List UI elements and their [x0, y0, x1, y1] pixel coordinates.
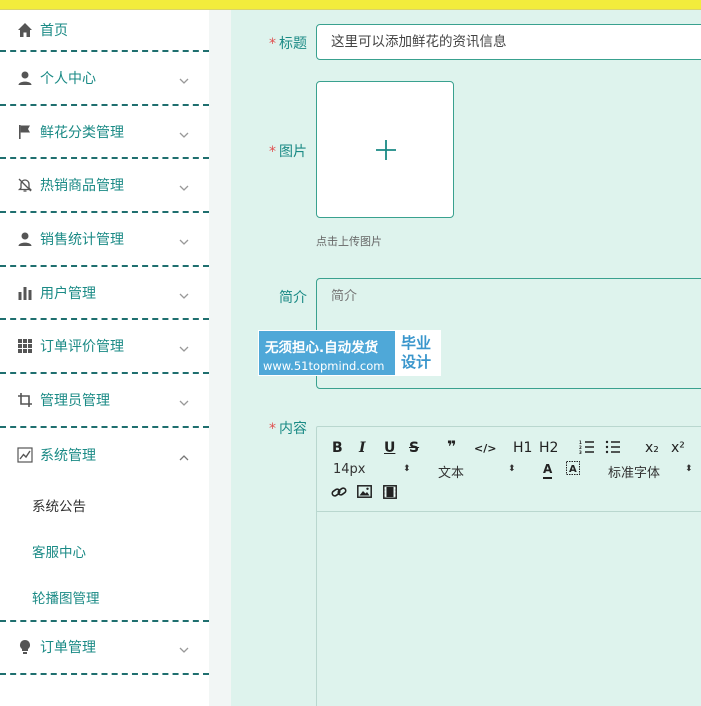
system-submenu: 系统公告 客服中心 轮播图管理 [0, 482, 209, 622]
sidebar-item-label: 管理员管理 [40, 392, 110, 409]
chevron-up-icon [178, 449, 190, 461]
chevron-down-icon [178, 72, 190, 84]
intro-label: 简介 [279, 290, 307, 306]
svg-text:A: A [569, 464, 577, 475]
flag-icon [17, 124, 33, 140]
plus-icon [376, 140, 396, 160]
bulb-icon [17, 639, 33, 655]
paragraph-select[interactable]: 文本 [438, 462, 464, 481]
sidebar-item-personal-center[interactable]: 个人中心 [0, 52, 209, 106]
underline-button[interactable]: U [384, 440, 395, 456]
header2-button[interactable]: H2 [539, 440, 558, 456]
submenu-item-customer-service[interactable]: 客服中心 [0, 528, 209, 574]
blockquote-button[interactable]: ❞ [447, 439, 456, 455]
content-label: * 内容 [269, 421, 307, 437]
line-chart-icon [17, 447, 33, 463]
watermark-badge: 无须担心.自动发货 www.51topmind.com 毕业 设计 [258, 330, 441, 376]
rich-text-editor: B I U S ❞ </> H1 H2 123 x₂ x² 14px ⬍ 文本 … [316, 426, 701, 706]
italic-button[interactable]: I [359, 440, 366, 456]
font-family-select[interactable]: 标准字体 [608, 462, 660, 481]
sidebar-item-label: 订单评价管理 [40, 339, 124, 356]
chevron-down-icon [178, 340, 190, 353]
strike-button[interactable]: S [409, 440, 419, 456]
sidebar-item-sales-stats[interactable]: 销售统计管理 [0, 213, 209, 267]
crop-icon [17, 392, 33, 408]
submenu-item-label: 系统公告 [32, 498, 86, 515]
user-icon [17, 231, 33, 247]
sidebar-item-hot-products[interactable]: 热销商品管理 [0, 159, 209, 214]
chevron-down-icon [178, 394, 190, 406]
sidebar-item-label: 个人中心 [40, 70, 96, 87]
submenu-item-announcements[interactable]: 系统公告 [0, 482, 209, 528]
code-button[interactable]: </> [474, 441, 496, 457]
bullet-list-icon[interactable] [605, 440, 621, 458]
image-label: * 图片 [269, 144, 307, 160]
title-input[interactable]: 这里可以添加鲜花的资讯信息 [316, 24, 701, 60]
font-size-caret-icon: ⬍ [403, 464, 411, 474]
bar-chart-icon [17, 285, 33, 301]
sidebar-menu: 首页 个人中心 鲜花分类管理 热销商品管理 销售统计管理 用户管理 订单评价管理… [0, 10, 209, 706]
sidebar-item-system[interactable]: 系统管理 [0, 428, 209, 482]
chevron-down-icon [178, 641, 190, 654]
sidebar-item-label: 首页 [40, 23, 68, 39]
top-header-bar [0, 0, 701, 10]
watermark-logo: 毕业 设计 [395, 331, 441, 375]
chevron-down-icon [178, 287, 190, 299]
editor-content-area[interactable] [317, 513, 701, 706]
sidebar-item-label: 系统管理 [40, 447, 96, 464]
editor-toolbar: B I U S ❞ </> H1 H2 123 x₂ x² 14px ⬍ 文本 … [317, 427, 701, 512]
sidebar-item-orders[interactable]: 订单管理 [0, 622, 209, 676]
ordered-list-icon[interactable]: 123 [579, 440, 595, 458]
upload-tip: 点击上传图片 [316, 235, 382, 248]
link-icon[interactable] [331, 485, 347, 503]
sidebar-item-label: 鲜花分类管理 [40, 124, 124, 141]
title-label: * 标题 [269, 36, 307, 52]
chevron-down-icon [178, 179, 190, 192]
bell-off-icon [17, 177, 33, 193]
chevron-down-icon [178, 233, 190, 245]
sidebar-item-label: 销售统计管理 [40, 231, 124, 248]
bold-button[interactable]: B [332, 440, 343, 456]
background-color-icon[interactable]: A [566, 461, 580, 480]
image-upload-button[interactable] [316, 81, 454, 218]
sidebar-item-label: 用户管理 [40, 285, 96, 302]
submenu-item-label: 客服中心 [32, 544, 86, 561]
sidebar-item-label: 热销商品管理 [40, 178, 124, 195]
sidebar-item-admins[interactable]: 管理员管理 [0, 374, 209, 428]
grid-icon [17, 338, 33, 354]
sidebar-gutter [209, 10, 231, 706]
sidebar-item-order-reviews[interactable]: 订单评价管理 [0, 320, 209, 375]
image-icon[interactable] [357, 485, 372, 502]
user-icon [17, 70, 33, 86]
svg-text:3: 3 [579, 450, 582, 454]
header1-button[interactable]: H1 [513, 440, 532, 456]
superscript-button[interactable]: x² [671, 440, 685, 456]
sidebar-item-flower-category[interactable]: 鲜花分类管理 [0, 106, 209, 160]
submenu-item-carousel[interactable]: 轮播图管理 [0, 574, 209, 620]
home-icon [17, 22, 33, 38]
font-size-select[interactable]: 14px [333, 462, 366, 477]
font-color-button[interactable]: A [543, 461, 553, 479]
video-icon[interactable] [383, 485, 397, 503]
watermark-line2: www.51topmind.com [263, 359, 385, 373]
subscript-button[interactable]: x₂ [645, 440, 659, 456]
font-family-caret-icon: ⬍ [685, 464, 693, 474]
sidebar-item-home[interactable]: 首页 [0, 10, 209, 52]
submenu-item-label: 轮播图管理 [32, 590, 100, 607]
paragraph-caret-icon: ⬍ [508, 464, 516, 474]
sidebar-item-users[interactable]: 用户管理 [0, 267, 209, 321]
sidebar-item-label: 订单管理 [40, 640, 96, 657]
watermark-line1: 无须担心.自动发货 [265, 340, 379, 356]
chevron-down-icon [178, 126, 190, 138]
